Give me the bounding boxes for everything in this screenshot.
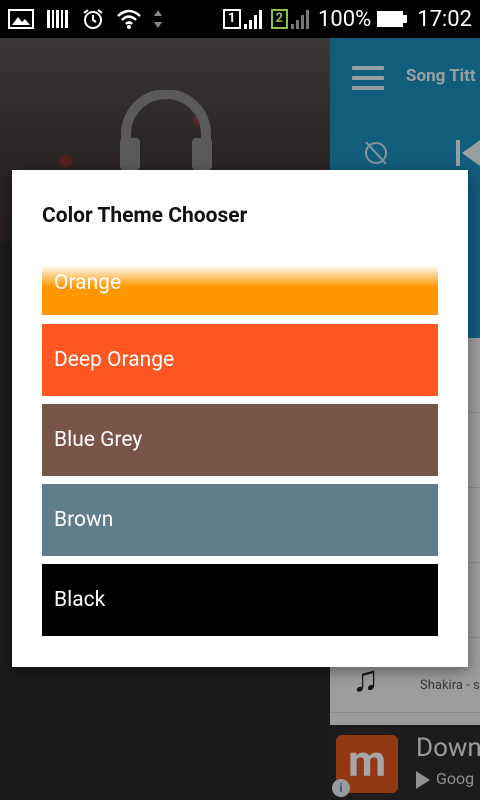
signal-strength-icon (243, 10, 262, 29)
barcode-icon (47, 10, 68, 28)
sim1-label: 1 (223, 9, 241, 29)
theme-option-black[interactable]: Black (42, 564, 438, 636)
phone-screen: 1 2 100% 17:02 Song Titt ♫ Shakira - s m… (0, 0, 480, 800)
theme-option-blue-grey[interactable]: Blue Grey (42, 404, 438, 476)
data-transfer-icon (154, 10, 162, 28)
dialog-title: Color Theme Chooser (42, 204, 248, 228)
sim2-label: 2 (270, 9, 288, 29)
sim1-badge: 1 (223, 8, 264, 30)
theme-option-label: Black (54, 588, 106, 612)
theme-option-label: Orange (54, 270, 122, 295)
theme-option-deep-orange[interactable]: Deep Orange (42, 324, 438, 396)
theme-option-brown[interactable]: Brown (42, 484, 438, 556)
theme-option-label: Brown (54, 508, 114, 532)
gallery-icon (8, 9, 34, 29)
status-bar: 1 2 100% 17:02 (0, 0, 480, 38)
clock: 17:02 (417, 6, 472, 32)
battery-icon (377, 11, 408, 27)
signal-strength-2-icon (290, 10, 309, 29)
theme-option-orange[interactable]: Orange (42, 265, 438, 315)
theme-option-label: Deep Orange (54, 348, 175, 372)
battery-percent: 100% (317, 6, 372, 32)
theme-option-label: Blue Grey (54, 428, 143, 452)
theme-option-list[interactable]: Orange Deep Orange Blue Grey Brown Black (42, 265, 438, 637)
wifi-icon (117, 9, 141, 29)
alarm-icon (83, 9, 103, 29)
color-theme-dialog: Color Theme Chooser Orange Deep Orange B… (12, 170, 468, 667)
sim2-badge: 2 (270, 8, 312, 30)
